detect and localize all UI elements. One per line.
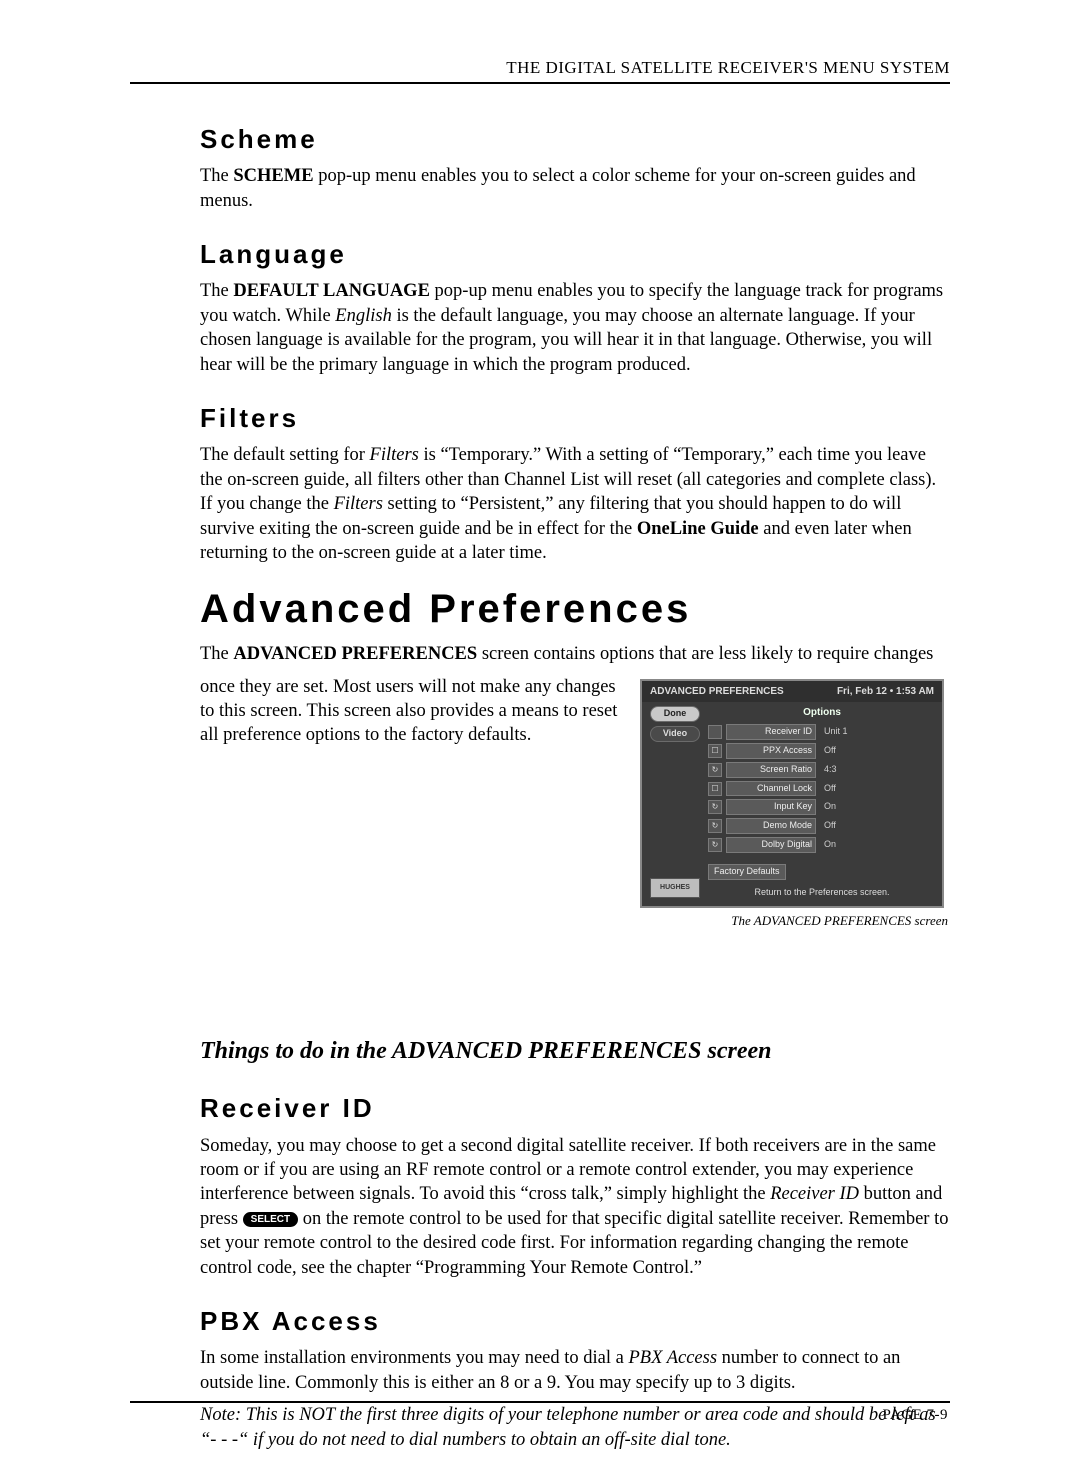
option-value: Unit 1	[820, 726, 936, 738]
option-row-ppx-access[interactable]: ☐ PPX Access Off	[708, 743, 936, 759]
cycle-icon: ↻	[708, 763, 722, 777]
advpref-intro-line: The ADVANCED PREFERENCES screen contains…	[200, 642, 950, 666]
italic-receiver-id: Receiver ID	[770, 1184, 859, 1204]
option-row-demo-mode[interactable]: ↻ Demo Mode Off	[708, 818, 936, 834]
bold-oneline-guide: OneLine Guide	[637, 519, 759, 539]
option-label: Input Key	[726, 799, 816, 815]
option-value: Off	[820, 783, 936, 795]
bold-scheme: SCHEME	[233, 166, 313, 186]
running-head: THE DIGITAL SATELLITE RECEIVER'S MENU SY…	[130, 58, 950, 78]
bold-default-language: DEFAULT LANGUAGE	[233, 281, 430, 301]
screenshot-left-column: Done Video HUGHES	[648, 706, 702, 899]
option-value: Off	[820, 745, 936, 757]
bold-advanced-preferences: ADVANCED PREFERENCES	[233, 644, 477, 664]
option-value: 4:3	[820, 764, 936, 776]
video-button[interactable]: Video	[650, 726, 700, 742]
screenshot-caption: The ADVANCED PREFERENCES screen	[640, 912, 948, 929]
select-button-icon: SELECT	[243, 1212, 298, 1227]
option-row-channel-lock[interactable]: ☐ Channel Lock Off	[708, 781, 936, 797]
text: The	[200, 281, 233, 301]
text: screen contains options that are less li…	[477, 644, 933, 664]
option-value: Off	[820, 820, 936, 832]
factory-defaults-button[interactable]: Factory Defaults	[708, 864, 786, 880]
receiver-id-paragraph: Someday, you may choose to get a second …	[200, 1134, 950, 1280]
text: on the remote control to be used for tha…	[200, 1209, 948, 1278]
option-icon	[708, 725, 722, 739]
option-label: Receiver ID	[726, 724, 816, 740]
cycle-icon: ↻	[708, 800, 722, 814]
option-label: Demo Mode	[726, 818, 816, 834]
italic-filters-1: Filters	[370, 445, 419, 465]
option-icon: ☐	[708, 744, 722, 758]
heading-pbx-access: PBX Access	[200, 1304, 950, 1338]
heading-filters: Filters	[200, 401, 950, 435]
option-row-dolby-digital[interactable]: ↻ Dolby Digital On	[708, 837, 936, 853]
heading-things-to-do: Things to do in the ADVANCED PREFERENCES…	[200, 1036, 950, 1068]
italic-pbx-access: PBX Access	[629, 1348, 718, 1368]
option-row-receiver-id[interactable]: Receiver ID Unit 1	[708, 724, 936, 740]
screenshot-right-column: Options Receiver ID Unit 1 ☐ PPX Access …	[708, 706, 936, 899]
option-value: On	[820, 801, 936, 813]
page-footer: PAGE 7-9	[130, 1371, 950, 1424]
italic-filters-2: Filters	[334, 494, 383, 514]
filters-paragraph: The default setting for Filters is “Temp…	[200, 443, 950, 565]
screenshot-title-bar: ADVANCED PREFERENCES Fri, Feb 12 • 1:53 …	[642, 681, 942, 702]
heading-language: Language	[200, 237, 950, 271]
scheme-paragraph: The SCHEME pop-up menu enables you to se…	[200, 164, 950, 213]
heading-advanced-preferences: Advanced Preferences	[200, 583, 950, 636]
text: The default setting for	[200, 445, 370, 465]
option-value: On	[820, 839, 936, 851]
document-page: THE DIGITAL SATELLITE RECEIVER'S MENU SY…	[0, 0, 1080, 1452]
hughes-logo: HUGHES	[650, 878, 700, 898]
option-row-screen-ratio[interactable]: ↻ Screen Ratio 4:3	[708, 762, 936, 778]
tv-screenshot: ADVANCED PREFERENCES Fri, Feb 12 • 1:53 …	[640, 679, 944, 909]
text: The	[200, 644, 233, 664]
options-heading: Options	[708, 706, 936, 719]
heading-scheme: Scheme	[200, 122, 950, 156]
option-label: PPX Access	[726, 743, 816, 759]
cycle-icon: ↻	[708, 838, 722, 852]
screenshot-hint: Return to the Preferences screen.	[708, 884, 936, 899]
page-number: PAGE 7-9	[130, 1407, 950, 1424]
italic-english: English	[335, 306, 392, 326]
screenshot-body: Done Video HUGHES Options Receiver ID Un…	[642, 702, 942, 907]
heading-receiver-id: Receiver ID	[200, 1091, 950, 1125]
text: In some installation environments you ma…	[200, 1348, 629, 1368]
spacer	[200, 930, 950, 1010]
option-row-input-key[interactable]: ↻ Input Key On	[708, 799, 936, 815]
cycle-icon: ↻	[708, 819, 722, 833]
option-label: Dolby Digital	[726, 837, 816, 853]
top-rule	[130, 82, 950, 84]
screenshot-time: Fri, Feb 12 • 1:53 AM	[837, 685, 934, 698]
option-icon: ☐	[708, 782, 722, 796]
option-label: Screen Ratio	[726, 762, 816, 778]
page-content: Scheme The SCHEME pop-up menu enables yo…	[130, 122, 950, 1452]
option-label: Channel Lock	[726, 781, 816, 797]
done-button[interactable]: Done	[650, 706, 700, 722]
page-number-text: PAGE 7-9	[882, 1407, 948, 1423]
language-paragraph: The DEFAULT LANGUAGE pop-up menu enables…	[200, 279, 950, 377]
screenshot-title: ADVANCED PREFERENCES	[650, 685, 784, 698]
text: The	[200, 166, 233, 186]
advanced-preferences-screenshot: ADVANCED PREFERENCES Fri, Feb 12 • 1:53 …	[640, 679, 950, 930]
bottom-rule	[130, 1401, 950, 1403]
